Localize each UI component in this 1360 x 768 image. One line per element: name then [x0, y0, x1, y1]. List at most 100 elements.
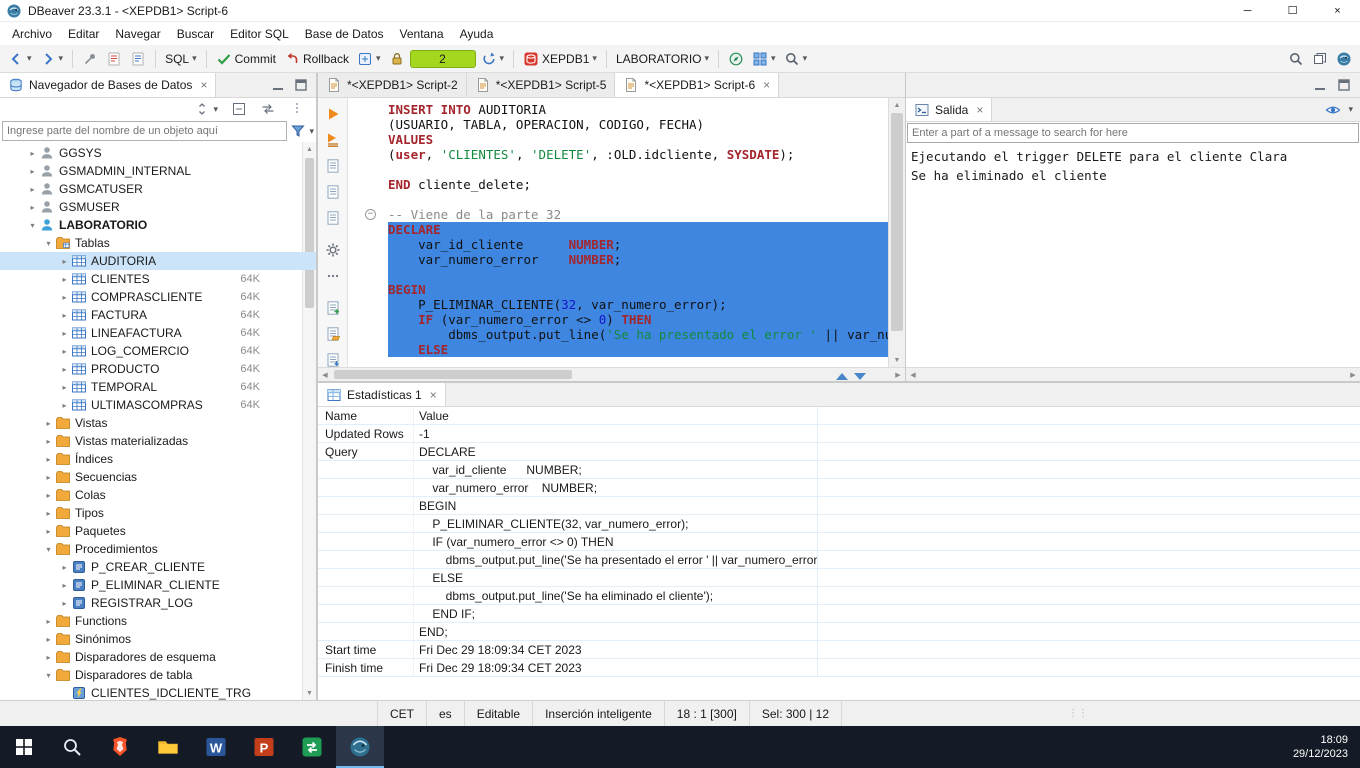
stats-row[interactable]: END IF;	[318, 605, 1360, 623]
new-script-red[interactable]	[103, 49, 125, 69]
tab-salida[interactable]: Salida ×	[906, 98, 993, 121]
tree-item-factura[interactable]: ▸ FACTURA 64K	[0, 306, 316, 324]
code-line[interactable]: BEGIN	[348, 282, 888, 297]
tree-item-disparadores-de-esquema[interactable]: ▸ Disparadores de esquema	[0, 648, 316, 666]
tree-item-gsmcatuser[interactable]: ▸ GSMCATUSER	[0, 180, 316, 198]
network-browser[interactable]	[725, 49, 747, 69]
explain-plan[interactable]	[322, 156, 344, 176]
tree-item-tipos[interactable]: ▸ Tipos	[0, 504, 316, 522]
more-actions[interactable]	[322, 266, 344, 286]
tree-item-secuencias[interactable]: ▸ Secuencias	[0, 468, 316, 486]
expander-icon[interactable]: ▸	[42, 635, 55, 644]
scroll-right-icon[interactable]: ▶	[891, 368, 905, 381]
code-line[interactable]: dbms_output.put_line('Se ha presentado e…	[348, 327, 888, 342]
status-insert-mode[interactable]: Inserción inteligente	[533, 701, 665, 726]
expander-icon[interactable]: ▸	[58, 329, 71, 338]
editor-tab-2[interactable]: *<XEPDB1> Script-5	[466, 73, 616, 97]
tree-item-comprascliente[interactable]: ▸ COMPRASCLIENTE 64K	[0, 288, 316, 306]
tree-item-ultimascompras[interactable]: ▸ ULTIMASCOMPRAS 64K	[0, 396, 316, 414]
taskbar-clock[interactable]: 18:09 29/12/2023	[1293, 726, 1360, 768]
maximize-view-icon[interactable]	[1336, 77, 1352, 93]
expander-icon[interactable]: ▸	[42, 527, 55, 536]
code-line[interactable]	[348, 162, 888, 177]
stats-row[interactable]: BEGIN	[318, 497, 1360, 515]
minimize-button[interactable]: ─	[1225, 0, 1270, 21]
link-with-editor[interactable]	[257, 99, 279, 119]
open-perspective[interactable]	[1309, 49, 1331, 69]
code-line[interactable]: VALUES	[348, 132, 888, 147]
expander-icon[interactable]: ▸	[58, 311, 71, 320]
close-icon[interactable]: ×	[200, 78, 207, 92]
editor-horizontal-scrollbar[interactable]: ◀ ▶	[318, 367, 905, 381]
editor-tab-3[interactable]: *<XEPDB1> Script-6 ×	[615, 73, 780, 97]
global-search[interactable]	[1285, 49, 1307, 69]
start-button[interactable]	[0, 726, 48, 768]
menu-editar[interactable]: Editar	[60, 24, 107, 44]
stats-row[interactable]: dbms_output.put_line('Se ha eliminado el…	[318, 587, 1360, 605]
expander-icon[interactable]: ▸	[58, 401, 71, 410]
collapse-up-icon[interactable]	[836, 373, 848, 380]
fold-collapse-icon[interactable]: −	[365, 209, 376, 220]
tree-item-gsmadmin-internal[interactable]: ▸ GSMADMIN_INTERNAL	[0, 162, 316, 180]
search-metadata[interactable]: ▾	[781, 49, 811, 69]
output-search-input[interactable]	[907, 123, 1359, 143]
code-line[interactable]: ELSE	[348, 342, 888, 357]
scrollbar-thumb[interactable]	[891, 113, 903, 331]
ms-powerpoint[interactable]: P	[240, 726, 288, 768]
expander-icon[interactable]: ▸	[58, 383, 71, 392]
stats-row[interactable]: Query DECLARE	[318, 443, 1360, 461]
database-tree[interactable]: ▲ ▼ ▸ GGSYS ▸ GSMADMIN_INTERNAL ▸ GSMCATUSER ▸…	[0, 142, 316, 700]
transaction-mode[interactable]: ▾	[354, 49, 384, 69]
tree-item-producto[interactable]: ▸ PRODUCTO 64K	[0, 360, 316, 378]
expander-icon[interactable]: ▸	[42, 455, 55, 464]
expander-icon[interactable]: ▾	[42, 671, 55, 680]
editor-vertical-scrollbar[interactable]: ▲ ▼	[888, 98, 905, 367]
output-console[interactable]: Ejecutando el trigger DELETE para el cli…	[906, 144, 1360, 367]
code-line[interactable]: INSERT INTO AUDITORIA	[348, 102, 888, 117]
expander-icon[interactable]: ▸	[26, 167, 39, 176]
collapse-down-icon[interactable]	[854, 373, 866, 380]
expander-icon[interactable]: ▸	[42, 617, 55, 626]
stats-row[interactable]: ELSE	[318, 569, 1360, 587]
tree-item-registrar-log[interactable]: ▸ REGISTRAR_LOG	[0, 594, 316, 612]
expander-icon[interactable]: ▸	[58, 347, 71, 356]
stats-row[interactable]: dbms_output.put_line('Se ha presentado e…	[318, 551, 1360, 569]
maximize-button[interactable]: ☐	[1270, 0, 1315, 21]
tree-item-ndices[interactable]: ▸ Índices	[0, 450, 316, 468]
stats-row[interactable]: var_numero_error NUMBER;	[318, 479, 1360, 497]
close-icon[interactable]: ×	[430, 388, 437, 402]
menu-buscar[interactable]: Buscar	[169, 24, 222, 44]
sort-objects[interactable]: ▾	[191, 99, 221, 119]
output-horizontal-scrollbar[interactable]: ◀ ▶	[906, 367, 1360, 381]
menu-base-de-datos[interactable]: Base de Datos	[297, 24, 392, 44]
tree-item-colas[interactable]: ▸ Colas	[0, 486, 316, 504]
scrollbar-thumb[interactable]	[334, 370, 572, 379]
caret-down-icon[interactable]: ▾	[1348, 105, 1353, 114]
commit[interactable]: Commit	[213, 49, 279, 69]
scroll-left-icon[interactable]: ◀	[318, 368, 332, 381]
stats-row[interactable]: Start time Fri Dec 29 18:09:34 CET 2023	[318, 641, 1360, 659]
editor-tab-1[interactable]: *<XEPDB1> Script-2	[318, 73, 467, 97]
forward-history[interactable]: ▾	[37, 49, 67, 69]
expander-icon[interactable]: ▸	[58, 563, 71, 572]
collapse-all[interactable]	[228, 99, 250, 119]
expander-icon[interactable]: ▸	[42, 491, 55, 500]
query-log[interactable]	[322, 208, 344, 228]
panel-collapse-handles[interactable]	[820, 372, 882, 381]
grid-view[interactable]: ▾	[749, 49, 779, 69]
status-language[interactable]: es	[427, 701, 465, 726]
tree-item-auditoria[interactable]: ▸ AUDITORIA	[0, 252, 316, 270]
save-sql-file[interactable]	[322, 350, 344, 367]
new-sql-file[interactable]	[322, 298, 344, 318]
code-line[interactable]	[348, 267, 888, 282]
sql-menu[interactable]: SQL ▾	[162, 50, 200, 68]
tab-estadisticas[interactable]: Estadísticas 1 ×	[318, 383, 446, 406]
expander-icon[interactable]: ▸	[58, 581, 71, 590]
file-explorer[interactable]	[144, 726, 192, 768]
tree-item-sin-nimos[interactable]: ▸ Sinónimos	[0, 630, 316, 648]
tree-item-functions[interactable]: ▸ Functions	[0, 612, 316, 630]
connection-selector[interactable]: XEPDB1 ▾	[520, 49, 600, 69]
status-selection-info[interactable]: Sel: 300 | 12	[750, 701, 843, 726]
menu-editor-sql[interactable]: Editor SQL	[222, 24, 297, 44]
taskbar-search[interactable]	[48, 726, 96, 768]
